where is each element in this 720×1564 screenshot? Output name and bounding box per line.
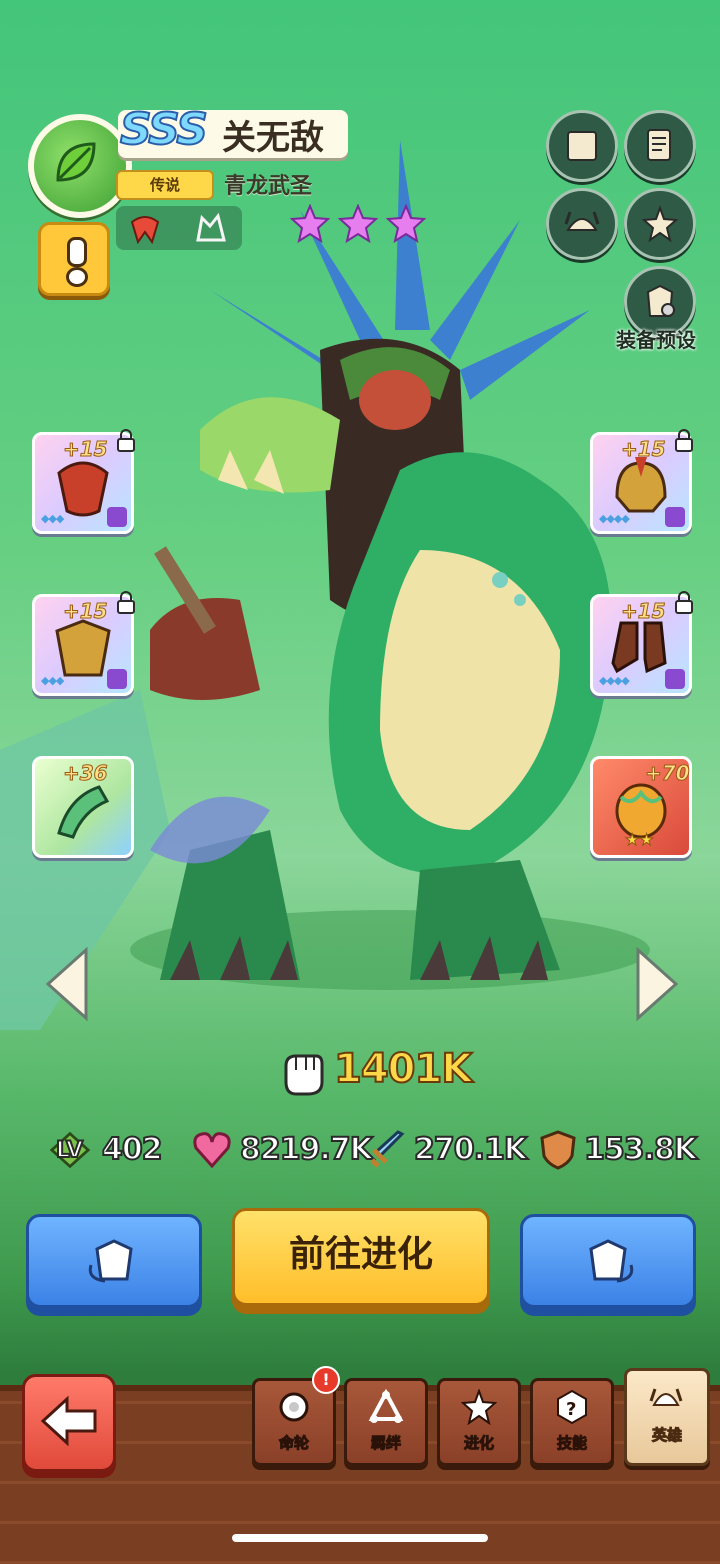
level-label: LV: [55, 1137, 84, 1164]
skill-hexagon-icon: ?: [557, 1389, 587, 1425]
quality-corner: [665, 507, 685, 527]
codex-button[interactable]: [546, 110, 618, 182]
star-icon: [338, 204, 378, 244]
claw-item-icon: [57, 785, 110, 839]
lock-icon: [117, 429, 135, 452]
sword-icon: [370, 1130, 405, 1168]
wolf-trait-icon: [196, 212, 226, 242]
equipment-slot-pet[interactable]: +70 ★★: [590, 756, 692, 858]
viking-helmet-icon: [564, 211, 600, 231]
armor-gear-icon: [646, 284, 675, 317]
equipment-slot-boots[interactable]: +15 ◆◆◆◆: [590, 591, 693, 696]
previous-hero-arrow-icon[interactable]: [42, 944, 92, 1024]
swap-equipment-left-button[interactable]: [26, 1214, 202, 1308]
info-button[interactable]: [38, 222, 110, 296]
star-refresh-button[interactable]: [624, 188, 696, 260]
star-up-icon: [461, 1389, 497, 1425]
star-icon: [386, 204, 426, 244]
tab-bond[interactable]: 羁绊: [344, 1378, 428, 1466]
back-arrow-icon: [40, 1395, 97, 1447]
shield-icon: [540, 1130, 576, 1170]
armor-swap-icon: [589, 1239, 634, 1283]
exclamation-icon: [67, 237, 87, 267]
power-value: 1401K: [333, 1045, 473, 1093]
defense-value: 153.8K: [583, 1131, 698, 1168]
equipment-slot-accessory[interactable]: +36: [32, 756, 134, 858]
level-value: 402: [101, 1131, 164, 1168]
wheel-icon: [279, 1392, 309, 1422]
heart-icon: [193, 1132, 231, 1169]
tab-evolution[interactable]: 进化: [437, 1378, 521, 1466]
bond-triangle-icon: [368, 1389, 404, 1423]
lock-icon: [675, 429, 693, 452]
leaf-icon: [56, 142, 96, 182]
hero-grade: SSS: [119, 103, 209, 156]
lock-icon: [117, 591, 135, 614]
armor-swap-icon: [88, 1239, 133, 1283]
notes-button[interactable]: [624, 110, 696, 182]
claw-trait-icon: [130, 216, 160, 244]
svg-text:?: ?: [566, 1399, 576, 1420]
hp-value: 8219.7K: [239, 1131, 374, 1168]
element-badge: [28, 114, 132, 218]
quality-corner: [665, 669, 685, 689]
equipment-preset-label: 装备预设: [616, 328, 696, 352]
scroll-icon: [567, 131, 597, 161]
equipment-slot-helmet[interactable]: +15 ◆◆◆◆: [590, 429, 693, 534]
quality-corner: [107, 507, 127, 527]
hero-name: 关无敌: [222, 118, 324, 158]
document-edit-icon: [647, 129, 671, 161]
go-evolve-button[interactable]: 前往进化: [232, 1208, 490, 1306]
attack-value: 270.1K: [413, 1131, 528, 1168]
viking-helmet-icon: [649, 1388, 683, 1406]
lock-icon: [675, 591, 693, 614]
back-button[interactable]: [22, 1374, 116, 1472]
equipment-slot-weapon[interactable]: +15 ◆◆◆: [32, 429, 135, 534]
fist-icon: [284, 1054, 324, 1096]
quality-corner: [107, 669, 127, 689]
swap-equipment-right-button[interactable]: [520, 1214, 696, 1308]
hero-swap-button[interactable]: [546, 188, 618, 260]
star-refresh-icon: [641, 205, 679, 243]
home-indicator[interactable]: [232, 1534, 488, 1542]
star-icon: [290, 204, 330, 244]
next-hero-arrow-icon[interactable]: [632, 944, 682, 1024]
tab-hero[interactable]: 英雄: [624, 1368, 710, 1466]
rarity-tag: 传说: [116, 170, 214, 200]
tab-alert-badge: !: [312, 1366, 340, 1394]
tab-skills[interactable]: ? 技能: [530, 1378, 614, 1466]
equipment-slot-armor[interactable]: +15 ◆◆◆: [32, 591, 135, 696]
hero-title: 青龙武圣: [224, 174, 313, 199]
